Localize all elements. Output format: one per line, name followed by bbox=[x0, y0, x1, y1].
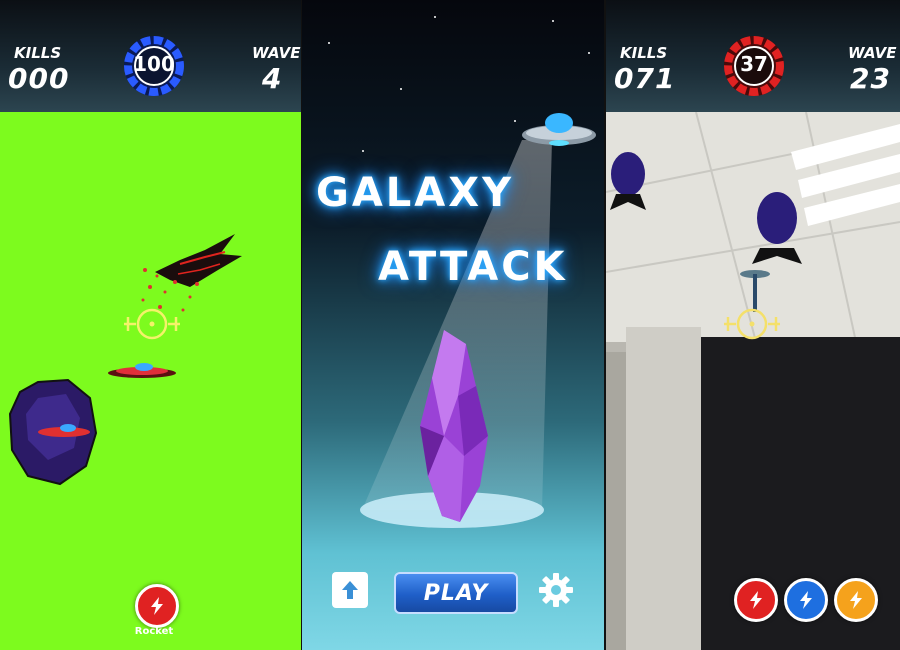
crosshair-icon bbox=[724, 308, 780, 340]
settings-button[interactable] bbox=[538, 572, 574, 608]
wave-counter: 23 bbox=[850, 62, 891, 95]
enemy-pod-icon[interactable] bbox=[752, 190, 802, 270]
power-button-blue[interactable] bbox=[784, 578, 828, 622]
lightning-icon bbox=[151, 597, 163, 615]
hud-bar: KILLS 071 37 WAVE 23 bbox=[606, 0, 900, 112]
wave-label: WAVE bbox=[848, 44, 897, 62]
rocket-button[interactable] bbox=[135, 584, 179, 628]
gauge-value: 100 bbox=[133, 52, 175, 76]
wave-counter: 4 bbox=[262, 62, 283, 95]
play-button[interactable]: PLAY bbox=[394, 572, 518, 614]
crystal-icon bbox=[420, 330, 488, 522]
title-screen: GALAXY ATTACK PLAY bbox=[302, 0, 604, 650]
enemy-saucer-icon[interactable] bbox=[106, 360, 178, 382]
arrow-up-icon bbox=[342, 581, 358, 599]
kills-counter: 000 bbox=[8, 62, 70, 95]
lightning-icon bbox=[750, 591, 762, 609]
ufo-icon bbox=[522, 113, 596, 146]
asteroid-icon[interactable] bbox=[8, 378, 98, 486]
lightning-icon bbox=[800, 591, 812, 609]
gear-icon bbox=[539, 573, 573, 607]
game-title-line1: GALAXY bbox=[316, 170, 515, 216]
hud-bar: KILLS 000 100 WAVE 4 bbox=[0, 0, 301, 112]
crosshair bbox=[722, 302, 782, 346]
kills-counter: 071 bbox=[614, 62, 676, 95]
game-screen-ar[interactable]: KILLS 071 37 WAVE 23 bbox=[606, 0, 900, 650]
gauge-value: 37 bbox=[740, 52, 768, 76]
upgrade-button[interactable] bbox=[332, 572, 368, 608]
game-title-line2: ATTACK bbox=[378, 244, 568, 290]
wave-label: WAVE bbox=[252, 44, 301, 62]
power-button-red[interactable] bbox=[734, 578, 778, 622]
crosshair-icon bbox=[124, 308, 180, 340]
enemy-pod-icon[interactable] bbox=[608, 150, 648, 218]
kills-label: KILLS bbox=[620, 44, 668, 62]
kills-label: KILLS bbox=[14, 44, 62, 62]
power-button-orange[interactable] bbox=[834, 578, 878, 622]
game-screen-green[interactable]: KILLS 000 100 WAVE 4 Rocket bbox=[0, 0, 301, 650]
health-gauge: 37 bbox=[722, 34, 786, 98]
rocket-label: Rocket bbox=[134, 626, 174, 637]
lightning-icon bbox=[850, 591, 862, 609]
crosshair bbox=[122, 302, 182, 346]
health-gauge: 100 bbox=[122, 34, 186, 98]
